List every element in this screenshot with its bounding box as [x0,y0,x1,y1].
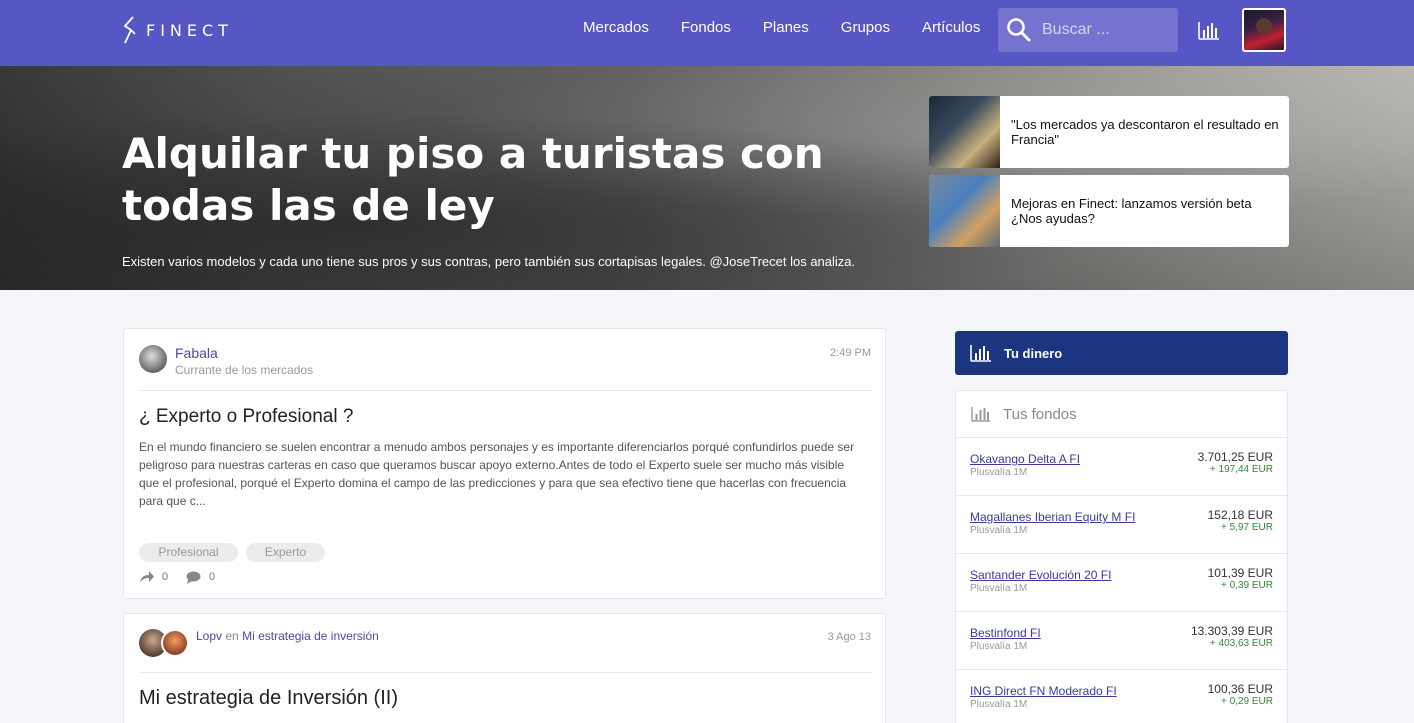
feed-post: Lopv en Mi estrategia de inversión 3 Ago… [123,613,886,723]
main-nav: Mercados Fondos Planes Grupos Artículos [583,19,1012,39]
post-time: 2:49 PM [830,347,871,359]
fondo-row: ING Direct FN Moderado FI Plusvalía 1M 1… [956,669,1287,723]
finect-logo-icon [123,16,136,44]
user-avatar[interactable] [1242,8,1286,52]
chart-icon[interactable] [1198,20,1220,40]
nav-planes[interactable]: Planes [763,19,809,39]
fondo-row: Bestinfond FI Plusvalía 1M 13.303,39 EUR… [956,611,1287,669]
featured-card-text: "Los mercados ya descontaron el resultad… [1011,117,1279,147]
fondo-label: Plusvalía 1M [970,699,1028,710]
fondo-name[interactable]: ING Direct FN Moderado FI [970,684,1117,698]
author-role: Currante de los mercados [175,363,314,377]
finect-logo[interactable]: FINECT [122,16,233,44]
divider [139,672,871,673]
chart-icon [970,345,991,362]
search-input[interactable] [1042,21,1172,39]
fondo-label: Plusvalía 1M [970,583,1028,594]
post-author[interactable]: Fabala [175,345,218,361]
fondo-label: Plusvalía 1M [970,467,1028,478]
post-title[interactable]: Mi estrategia de Inversión (II) [139,687,398,710]
featured-card-text: Mejoras en Finect: lanzamos versión beta… [1011,196,1252,226]
nav-mercados[interactable]: Mercados [583,19,649,39]
fondo-name[interactable]: Bestinfond FI [970,626,1041,640]
fondo-value: 101,39 EUR [1207,566,1273,580]
fondos-panel: Tus fondos Okavango Delta A FI Plusvalía… [955,390,1288,723]
fondo-value: 100,36 EUR [1207,682,1273,696]
nav-articulos[interactable]: Artículos [922,19,980,39]
navbar: FINECT Mercados Fondos Planes Grupos Art… [0,0,1414,66]
fondo-name[interactable]: Santander Evolución 20 FI [970,568,1111,582]
post-title[interactable]: ¿ Experto o Profesional ? [139,406,353,428]
fondo-delta: + 0,39 EUR [1221,580,1273,591]
featured-card[interactable]: Mejoras en Finect: lanzamos versión beta… [929,175,1289,247]
comment-count: 0 [209,571,216,583]
fondo-value: 3.701,25 EUR [1197,450,1273,464]
chart-icon [971,407,990,422]
post-meta: Lopv en Mi estrategia de inversión [196,629,379,643]
featured-thumbnail [929,175,1000,247]
search-icon [1007,18,1031,42]
fondo-row: Magallanes Iberian Equity M FI Plusvalía… [956,495,1287,553]
fondos-header: Tus fondos [971,404,1077,424]
tu-dinero-button[interactable]: Tu dinero [955,331,1288,375]
fondo-name[interactable]: Magallanes Iberian Equity M FI [970,510,1135,524]
share-icon[interactable] [139,570,155,584]
post-group[interactable]: Mi estrategia de inversión [242,629,379,643]
fondos-title: Tus fondos [1003,405,1077,423]
author-avatars[interactable] [139,629,189,657]
fondo-delta: + 5,97 EUR [1221,522,1273,533]
tag-profesional[interactable]: Profesional [139,543,238,562]
tu-dinero-label: Tu dinero [1004,345,1063,361]
hero-title[interactable]: Alquilar tu piso a turistas con todas la… [122,128,882,232]
fondo-label: Plusvalía 1M [970,525,1028,536]
fondo-row: Okavango Delta A FI Plusvalía 1M 3.701,2… [956,437,1287,495]
fondo-delta: + 0,29 EUR [1221,696,1273,707]
search-box[interactable] [998,8,1178,52]
share-count: 0 [162,571,169,583]
nav-fondos[interactable]: Fondos [681,19,731,39]
fondo-delta: + 403,63 EUR [1209,638,1273,649]
author-avatar[interactable] [139,345,167,373]
featured-thumbnail [929,96,1000,168]
featured-card[interactable]: "Los mercados ya descontaron el resultad… [929,96,1289,168]
hero-subtitle: Existen varios modelos y cada uno tiene … [122,254,856,269]
post-time: 3 Ago 13 [827,631,871,643]
meta-connector: en [225,629,239,643]
tag-experto[interactable]: Experto [246,543,325,562]
hero-banner[interactable]: Alquilar tu piso a turistas con todas la… [0,66,1414,290]
post-excerpt: En el mundo financiero se suelen encontr… [139,440,855,508]
comment-icon[interactable] [186,571,201,584]
divider [139,390,871,391]
fondo-value: 13.303,39 EUR [1190,624,1273,638]
feed-post: Fabala Currante de los mercados 2:49 PM … [123,328,886,599]
fondo-label: Plusvalía 1M [970,641,1028,652]
post-author[interactable]: Lopv [196,629,222,643]
nav-grupos[interactable]: Grupos [841,19,890,39]
fondo-delta: + 197,44 EUR [1209,464,1273,475]
brand-name: FINECT [146,20,233,40]
fondo-row: Santander Evolución 20 FI Plusvalía 1M 1… [956,553,1287,611]
fondo-value: 152,18 EUR [1207,508,1273,522]
group-avatar[interactable] [161,629,189,657]
fondo-name[interactable]: Okavango Delta A FI [970,452,1080,466]
